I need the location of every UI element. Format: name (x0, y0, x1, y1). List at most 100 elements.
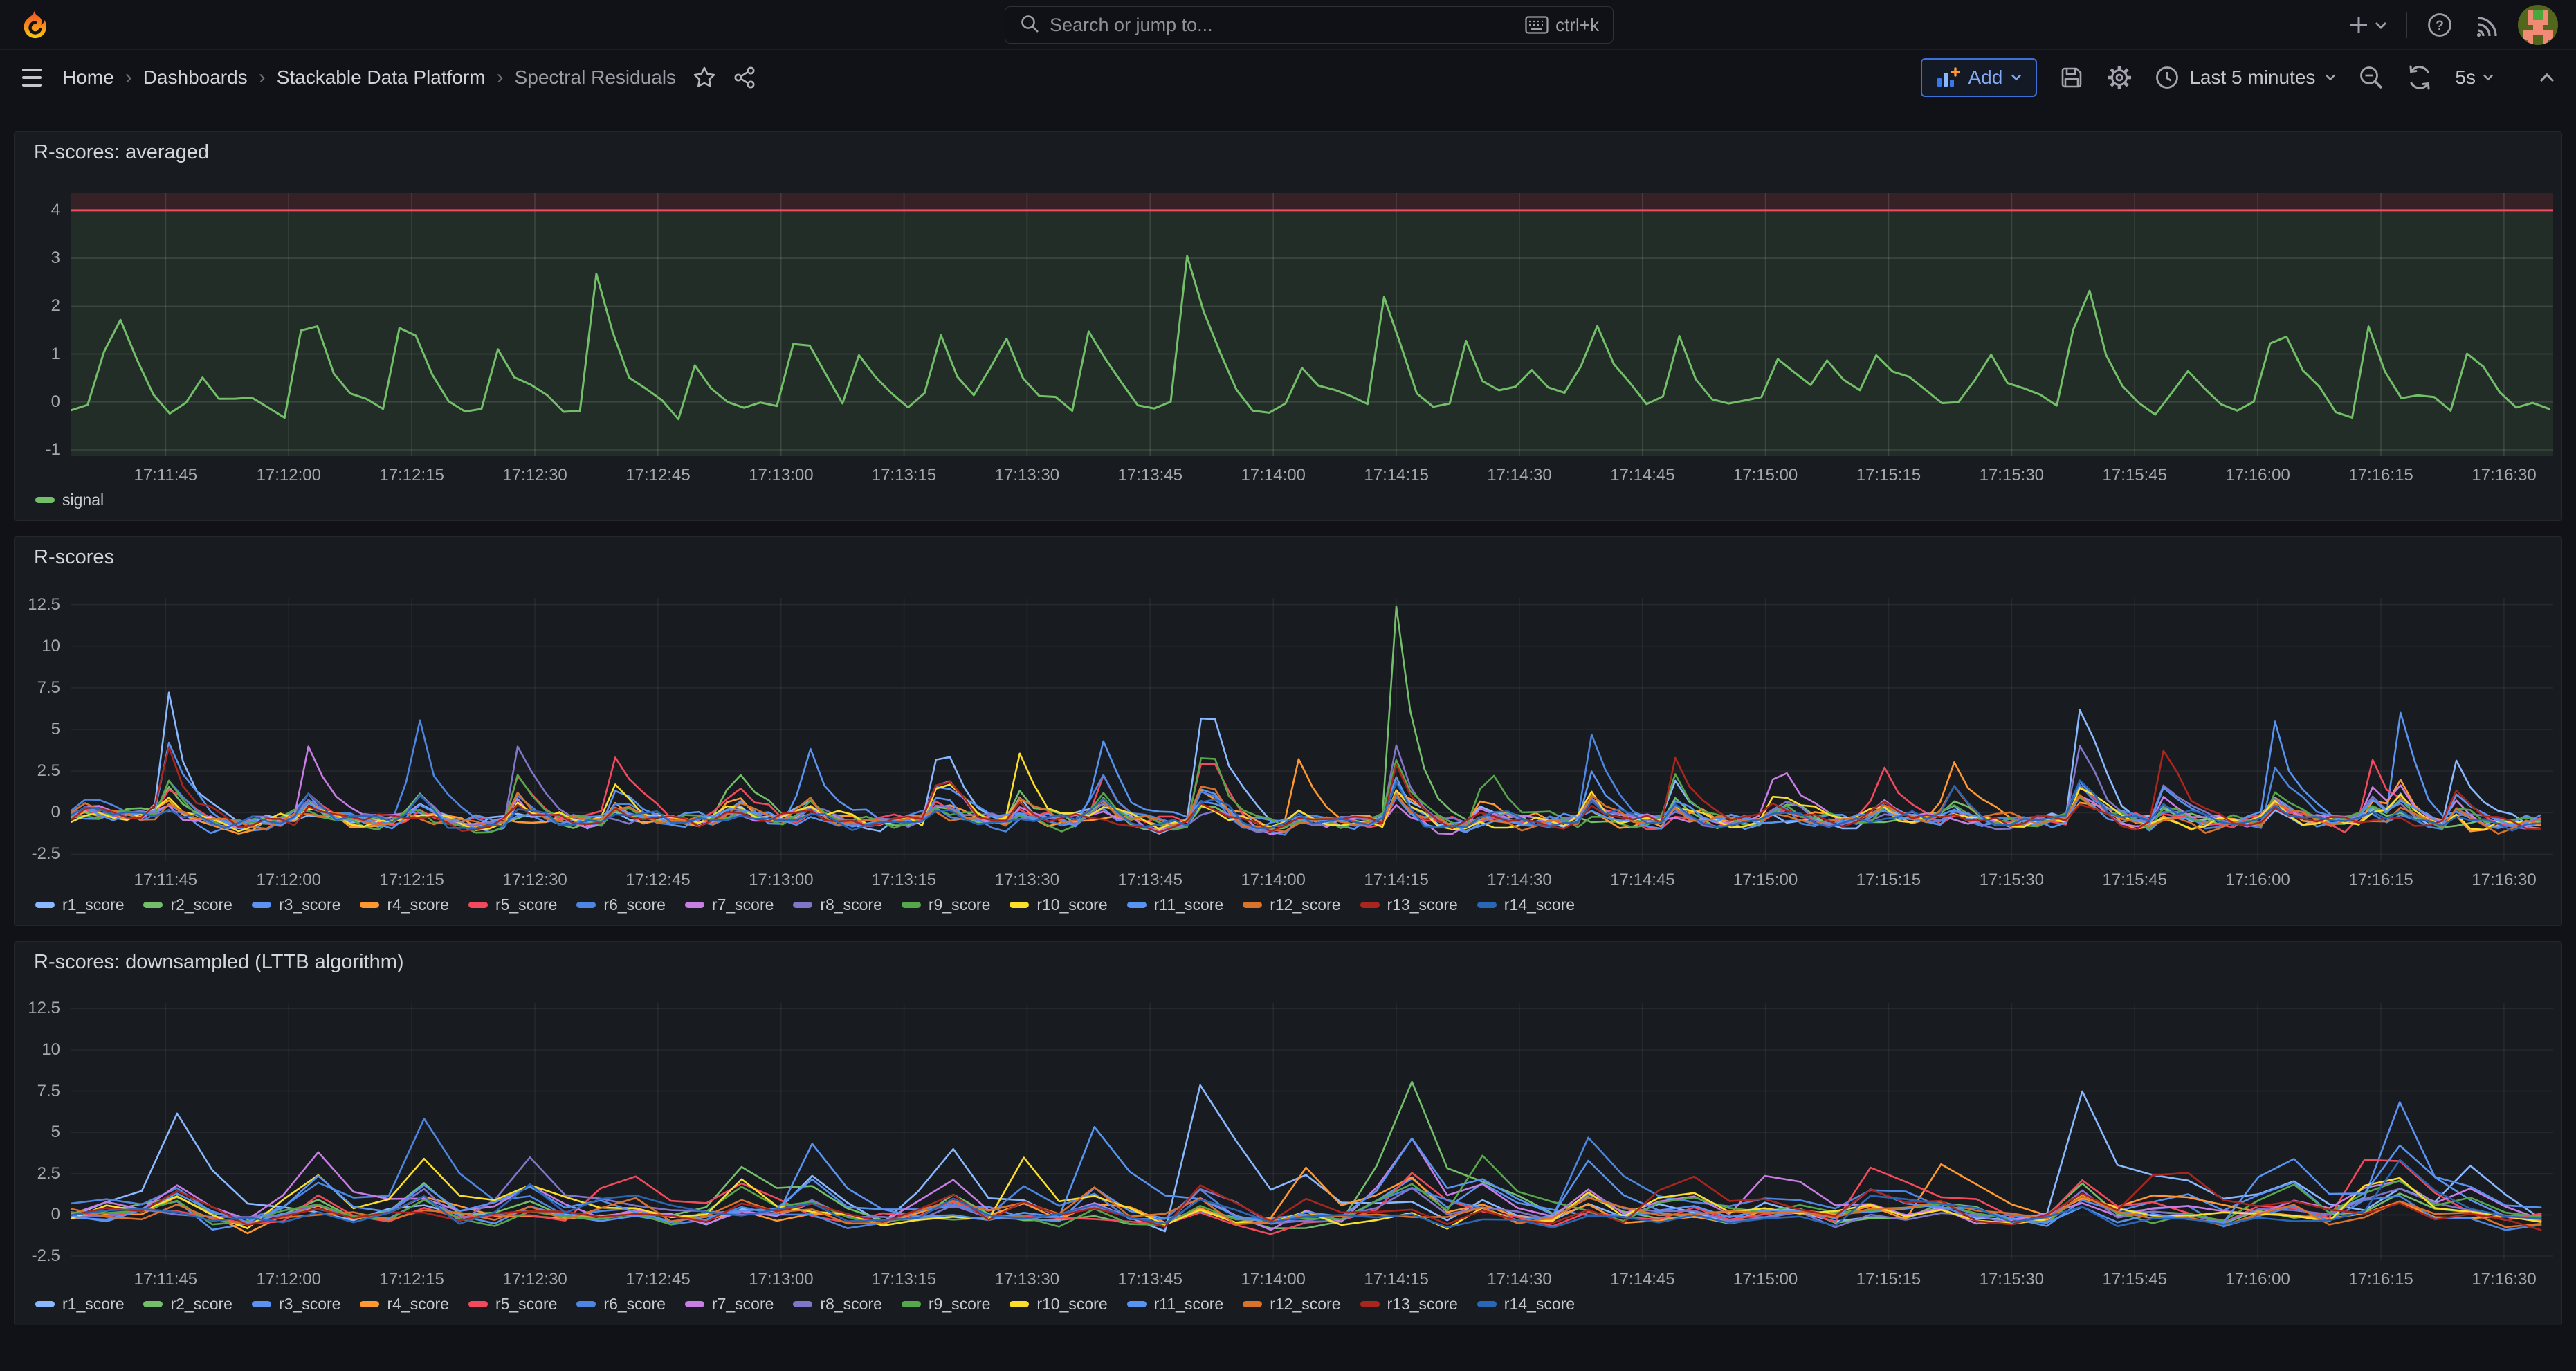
save-icon (2059, 65, 2084, 90)
zoom-out-button[interactable] (2358, 64, 2384, 91)
panel-rscores: R-scores 12.5107.552.50-2.5 17:11:4517:1… (14, 536, 2562, 926)
menu-icon (21, 67, 46, 88)
share-icon (733, 66, 756, 89)
news-button[interactable] (2472, 12, 2499, 38)
help-button[interactable]: ? (2427, 12, 2453, 38)
x-axis-tick-label: 17:12:15 (379, 466, 444, 485)
refresh-interval-picker[interactable]: 5s (2455, 66, 2494, 89)
panel-title[interactable]: R-scores: averaged (15, 132, 2561, 172)
legend-item[interactable]: r2_score (143, 896, 232, 914)
breadcrumb-home[interactable]: Home (62, 66, 114, 89)
x-axis-tick-label: 17:16:00 (2225, 871, 2290, 890)
add-label: Add (1968, 66, 2002, 89)
legend-item[interactable]: r11_score (1127, 896, 1224, 914)
dashboard-toolbar: Home › Dashboards › Stackable Data Platf… (0, 50, 2576, 105)
legend-item[interactable]: r4_score (360, 896, 448, 914)
x-axis-tick-label: 17:13:15 (872, 871, 936, 890)
legend-item[interactable]: signal (35, 491, 104, 509)
x-axis-tick-label: 17:12:30 (502, 871, 567, 890)
legend-item[interactable]: r5_score (468, 896, 557, 914)
search-shortcut: ctrl+k (1525, 15, 1599, 36)
save-dashboard-button[interactable] (2059, 65, 2084, 90)
legend-item[interactable]: r2_score (143, 1295, 232, 1314)
y-axis-tick-label: -1 (46, 440, 60, 460)
legend-item[interactable]: r7_score (685, 1295, 774, 1314)
new-menu-button[interactable] (2347, 13, 2387, 37)
y-axis-tick-label: 1 (51, 345, 60, 364)
x-axis-tick-label: 17:14:00 (1241, 871, 1305, 890)
refresh-button[interactable] (2406, 64, 2433, 91)
legend-item[interactable]: r9_score (902, 1295, 990, 1314)
y-axis-tick-label: 2 (51, 296, 60, 316)
search-bar[interactable]: Search or jump to... ctrl+k (1005, 6, 1614, 44)
x-axis-tick-label: 17:12:45 (625, 1270, 690, 1289)
time-series-chart[interactable] (71, 1003, 2553, 1260)
legend-item[interactable]: r3_score (252, 896, 340, 914)
legend-item[interactable]: r11_score (1127, 1295, 1224, 1314)
dashboard-canvas: R-scores: averaged 43210-1 17:11:4517:12… (0, 105, 2576, 1325)
legend-item[interactable]: r1_score (35, 896, 124, 914)
legend-item[interactable]: r10_score (1010, 896, 1107, 914)
legend-item[interactable]: r3_score (252, 1295, 340, 1314)
x-axis-tick-label: 17:11:45 (134, 466, 197, 485)
nav-divider (2406, 12, 2407, 38)
time-series-chart[interactable] (71, 193, 2553, 456)
y-axis-tick-label: -2.5 (32, 844, 60, 864)
panel-title[interactable]: R-scores: downsampled (LTTB algorithm) (15, 942, 2561, 982)
mega-menu-button[interactable] (21, 67, 46, 88)
legend-item[interactable]: r14_score (1477, 1295, 1575, 1314)
legend-item[interactable]: r4_score (360, 1295, 448, 1314)
legend-item[interactable]: r13_score (1360, 896, 1458, 914)
panel-title[interactable]: R-scores (15, 537, 2561, 577)
legend-item[interactable]: r13_score (1360, 1295, 1458, 1314)
x-axis-tick-label: 17:12:00 (257, 1270, 321, 1289)
collapse-toolbar-button[interactable] (2539, 72, 2555, 83)
chevron-up-icon (2539, 72, 2555, 83)
x-axis-tick-label: 17:15:30 (1980, 1270, 2044, 1289)
legend-item[interactable]: r6_score (576, 896, 665, 914)
dashboard-settings-button[interactable] (2106, 64, 2132, 91)
legend-item[interactable]: r12_score (1243, 1295, 1340, 1314)
legend-item[interactable]: r9_score (902, 896, 990, 914)
y-axis-tick-label: 7.5 (37, 1082, 60, 1101)
x-axis-tick-label: 17:12:30 (502, 466, 567, 485)
clock-icon (2155, 65, 2180, 90)
y-axis-tick-label: 2.5 (37, 1164, 60, 1183)
add-panel-button[interactable]: Add (1921, 58, 2037, 97)
y-axis-tick-label: 10 (42, 637, 60, 656)
legend: signal (15, 489, 2561, 520)
time-range-label: Last 5 minutes (2189, 66, 2315, 89)
x-axis-tick-label: 17:12:00 (257, 871, 321, 890)
y-axis-labels: 43210-1 (15, 193, 71, 456)
grafana-logo[interactable] (18, 8, 51, 42)
breadcrumb-folder[interactable]: Stackable Data Platform (277, 66, 486, 89)
x-axis-tick-label: 17:12:30 (502, 1270, 567, 1289)
legend-item[interactable]: r1_score (35, 1295, 124, 1314)
legend-item[interactable]: r6_score (576, 1295, 665, 1314)
legend-item[interactable]: r7_score (685, 896, 774, 914)
x-axis-tick-label: 17:16:00 (2225, 466, 2290, 485)
x-axis-labels: 17:11:4517:12:0017:12:1517:12:3017:12:45… (71, 861, 2553, 894)
x-axis-tick-label: 17:15:15 (1856, 466, 1921, 485)
time-range-picker[interactable]: Last 5 minutes (2155, 65, 2336, 90)
x-axis-tick-label: 17:12:15 (379, 1270, 444, 1289)
legend-item[interactable]: r10_score (1010, 1295, 1107, 1314)
time-series-chart[interactable] (71, 598, 2553, 861)
plus-icon (2347, 13, 2371, 37)
y-axis-tick-label: 4 (51, 201, 60, 220)
legend-item[interactable]: r8_score (793, 896, 881, 914)
favorite-star-button[interactable] (693, 66, 716, 89)
search-placeholder: Search or jump to... (1050, 15, 1515, 36)
x-axis-tick-label: 17:12:15 (379, 871, 444, 890)
legend-item[interactable]: r12_score (1243, 896, 1340, 914)
user-avatar[interactable] (2518, 5, 2558, 45)
legend-item[interactable]: r8_score (793, 1295, 881, 1314)
share-button[interactable] (733, 66, 756, 89)
legend-item[interactable]: r5_score (468, 1295, 557, 1314)
breadcrumb-dashboards[interactable]: Dashboards (143, 66, 248, 89)
x-axis-tick-label: 17:15:30 (1980, 871, 2044, 890)
refresh-icon (2406, 64, 2433, 91)
x-axis-tick-label: 17:12:00 (257, 466, 321, 485)
legend-item[interactable]: r14_score (1477, 896, 1575, 914)
help-circle-icon: ? (2427, 12, 2453, 38)
